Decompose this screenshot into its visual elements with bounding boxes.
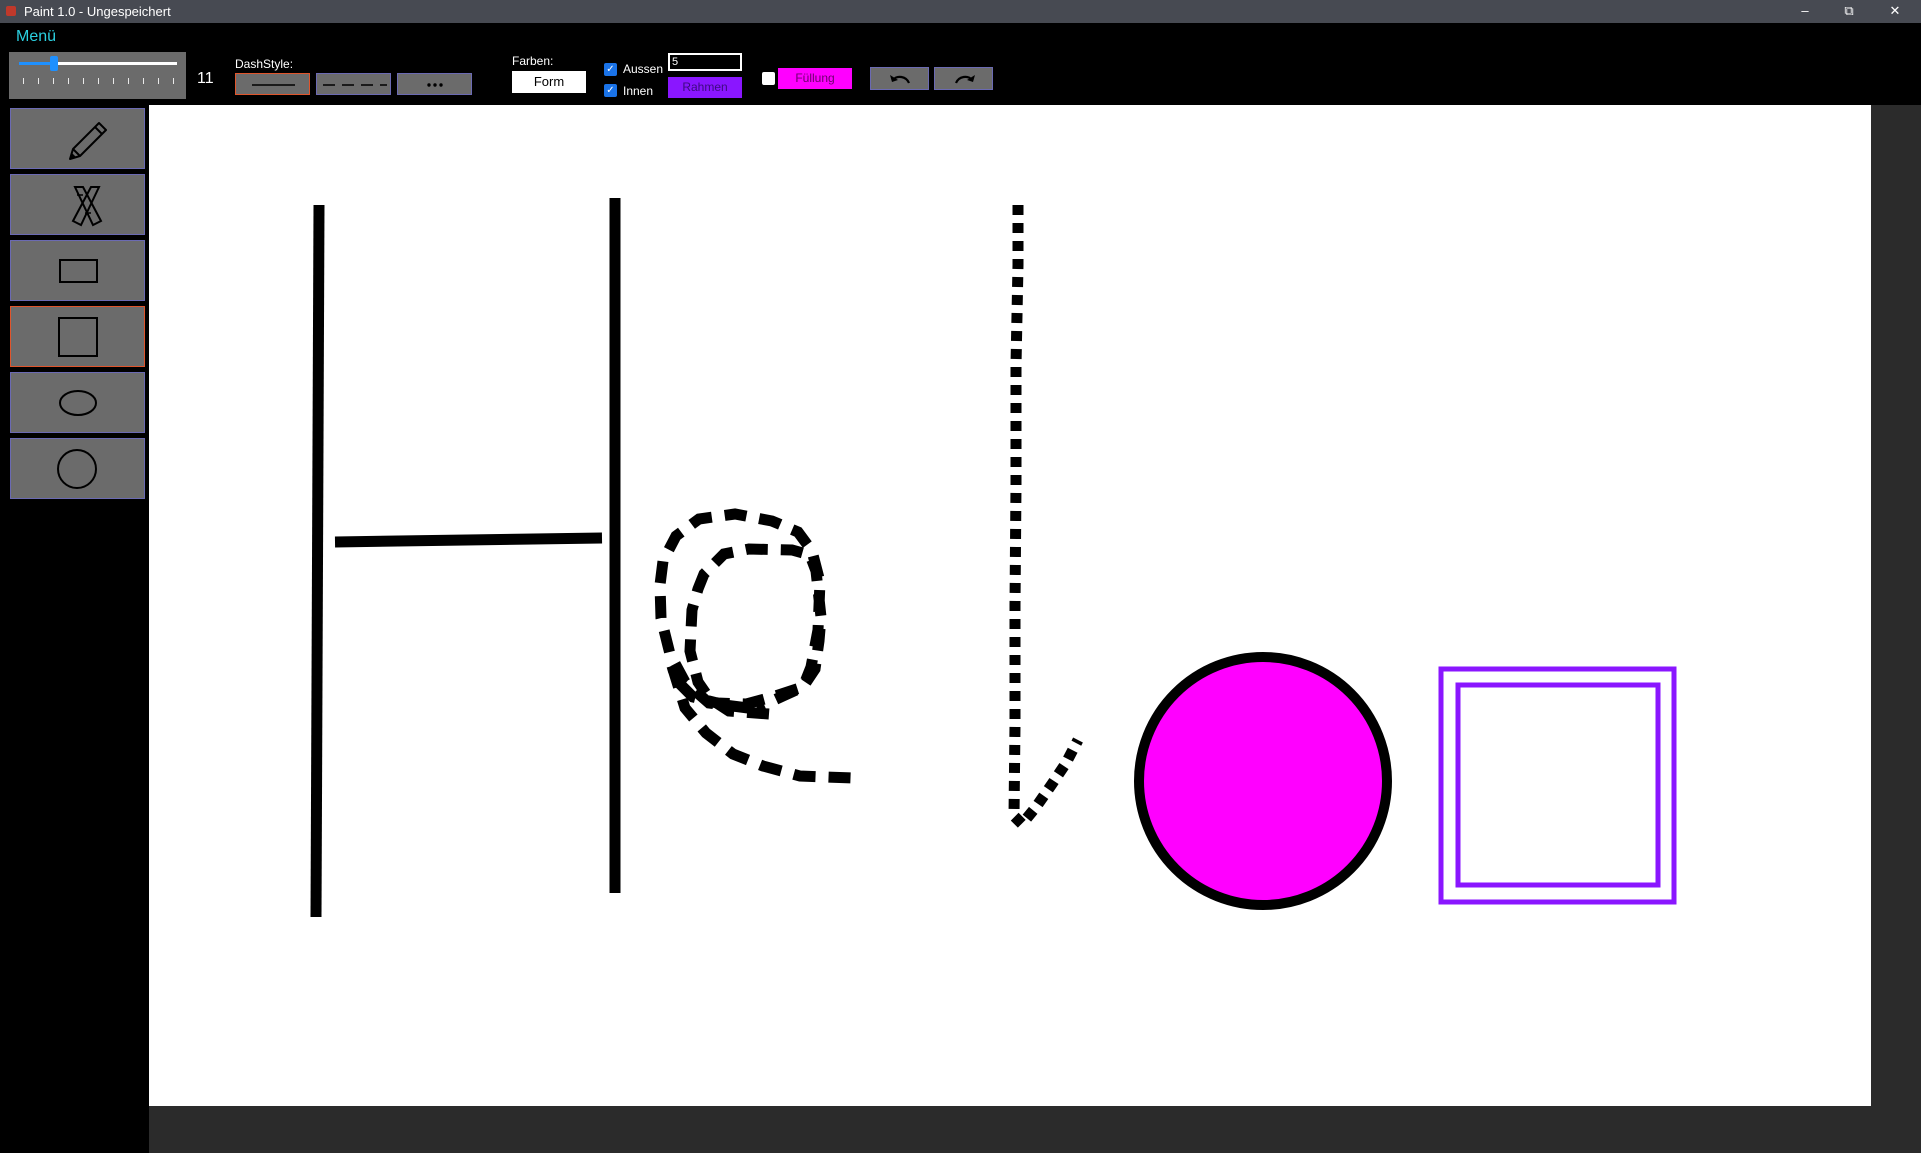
tool-circle[interactable] [10, 438, 145, 499]
thickness-value: 11 [197, 70, 214, 87]
circle-icon [57, 449, 97, 489]
window-title: Paint 1.0 - Ungespeichert [24, 4, 171, 19]
undo-icon [890, 75, 911, 84]
redo-button[interactable] [934, 67, 993, 90]
tool-pencil[interactable] [10, 108, 145, 169]
drawn-letter-h [310, 198, 621, 918]
drawn-square [1438, 666, 1677, 905]
dash-dotted-button[interactable] [397, 73, 472, 95]
slider-fill [19, 62, 54, 65]
outer-checkbox[interactable]: ✓ [604, 63, 617, 76]
maximize-button[interactable]: ⧉ [1827, 0, 1871, 23]
title-bar: Paint 1.0 - Ungespeichert – ⧉ ✕ [0, 0, 1921, 23]
slider-ticks [23, 78, 177, 84]
drawn-letter-e [654, 508, 854, 784]
redo-icon [954, 75, 975, 84]
form-color-button[interactable]: Form [512, 71, 586, 93]
inner-checkbox[interactable]: ✓ [604, 84, 617, 97]
pencil-icon [69, 122, 107, 160]
frame-color-button[interactable]: Rahmen [668, 77, 742, 98]
dash-style-label: DashStyle: [235, 57, 294, 71]
close-button[interactable]: ✕ [1873, 0, 1917, 23]
undo-button[interactable] [870, 67, 929, 90]
slider-thumb[interactable] [49, 56, 58, 71]
menu-button[interactable]: Menü [16, 28, 56, 46]
drawn-letter-l [1008, 205, 1083, 833]
thickness-slider[interactable] [9, 52, 186, 99]
tool-eraser[interactable] [10, 174, 145, 235]
minimize-button[interactable]: – [1783, 0, 1827, 23]
solid-line-icon [252, 84, 295, 86]
tool-ellipse[interactable] [10, 372, 145, 433]
dash-solid-button[interactable] [235, 73, 310, 95]
dotted-line-icon [427, 83, 443, 87]
eraser-icon [71, 186, 103, 227]
tool-square[interactable] [10, 306, 145, 367]
drawn-circle [1134, 652, 1392, 910]
dashed-line-icon [323, 84, 387, 86]
outer-label: Aussen [623, 62, 664, 76]
fill-color-button[interactable]: Füllung [778, 68, 852, 89]
app-icon [6, 6, 16, 16]
colors-label: Farben: [512, 54, 554, 68]
inner-label: Innen [623, 84, 654, 98]
ellipse-icon [59, 390, 97, 416]
rectangle-icon [59, 259, 98, 283]
dash-dashed-button[interactable] [316, 73, 391, 95]
drawing-canvas[interactable] [149, 105, 1871, 1106]
fill-checkbox[interactable] [762, 72, 775, 85]
slider-track [19, 56, 177, 71]
tool-rectangle[interactable] [10, 240, 145, 301]
square-icon [58, 317, 98, 357]
border-width-input[interactable] [668, 53, 742, 71]
